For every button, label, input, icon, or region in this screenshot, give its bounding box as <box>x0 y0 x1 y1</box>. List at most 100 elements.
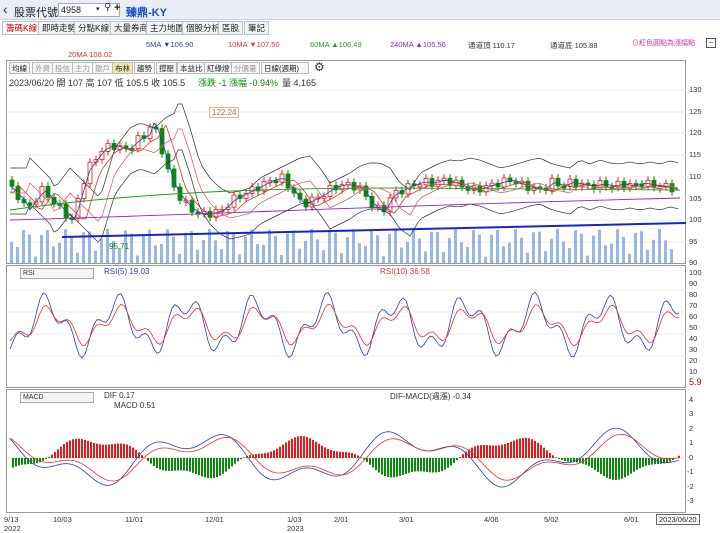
volume-bar <box>250 229 253 263</box>
macd-histogram-bar <box>51 454 53 458</box>
macd-histogram-bar <box>543 447 545 458</box>
macd-histogram-bar <box>234 458 236 464</box>
macd-histogram-bar <box>423 458 425 472</box>
macd-histogram-bar <box>432 458 434 473</box>
macd-histogram-bar <box>174 458 176 471</box>
volume-bar <box>610 243 613 263</box>
macd-histogram-bar <box>621 458 623 479</box>
volume-bar <box>652 239 655 263</box>
macd-histogram-bar <box>105 444 107 458</box>
volume-bar <box>670 249 673 263</box>
macd-histogram-bar <box>420 458 422 472</box>
macd-histogram-bar <box>225 458 227 472</box>
volume-bar <box>316 239 319 263</box>
volume-bar <box>598 229 601 263</box>
volume-bar <box>136 255 139 263</box>
volume-bar <box>226 230 229 263</box>
volume-bar <box>580 233 583 263</box>
macd-histogram-bar <box>198 458 200 476</box>
macd-histogram-bar <box>57 449 59 458</box>
volume-bar <box>94 250 97 263</box>
volume-bar <box>556 229 559 263</box>
macd-histogram-bar <box>504 444 506 458</box>
volume-bar <box>16 247 19 263</box>
macd-histogram-bar <box>336 451 338 458</box>
macd-histogram-bar <box>414 458 416 472</box>
macd-histogram-bar <box>642 458 644 467</box>
volume-bar <box>622 236 625 263</box>
volume-bar <box>52 246 55 263</box>
volume-bar <box>460 242 463 263</box>
volume-bar <box>34 256 37 263</box>
macd-histogram-bar <box>441 458 443 472</box>
macd-histogram-bar <box>351 453 353 458</box>
macd-histogram-bar <box>123 443 125 458</box>
macd-histogram-bar <box>195 458 197 474</box>
macd-histogram-bar <box>78 438 80 458</box>
macd-histogram-bar <box>270 451 272 458</box>
volume-bar <box>40 234 43 263</box>
macd-histogram-bar <box>552 455 554 458</box>
volume-bar <box>640 231 643 263</box>
macd-histogram-bar <box>318 443 320 458</box>
volume-bar <box>442 252 445 263</box>
candle-body <box>423 178 429 186</box>
candle-body <box>147 126 153 139</box>
macd-histogram-bar <box>165 458 167 471</box>
macd-histogram-bar <box>456 458 458 460</box>
volume-bar <box>532 232 535 263</box>
macd-histogram-bar <box>81 439 83 458</box>
macd-histogram-bar <box>66 442 68 458</box>
candle-body <box>273 180 279 184</box>
macd-histogram-bar <box>186 458 188 472</box>
macd-histogram-bar <box>177 458 179 471</box>
volume-bar <box>394 230 397 263</box>
volume-bar <box>304 240 307 263</box>
macd-histogram-bar <box>117 443 119 458</box>
macd-histogram-bar <box>477 445 479 458</box>
macd-histogram-bar <box>633 458 635 472</box>
macd-histogram-bar <box>237 458 239 462</box>
macd-histogram-bar <box>42 458 44 461</box>
macd-histogram-bar <box>54 452 56 458</box>
macd-histogram-bar <box>321 445 323 458</box>
macd-histogram-bar <box>489 445 491 458</box>
macd-histogram-bar <box>483 444 485 458</box>
volume-bar <box>202 239 205 263</box>
volume-bar <box>466 246 469 263</box>
macd-histogram-bar <box>498 445 500 458</box>
macd-histogram-bar <box>627 458 629 476</box>
volume-bar <box>130 233 133 263</box>
macd-histogram-bar <box>87 440 89 458</box>
volume-bar <box>196 249 199 263</box>
macd-histogram-bar <box>156 458 158 468</box>
macd-histogram-bar <box>285 442 287 458</box>
volume-bar <box>538 231 541 263</box>
macd-histogram-bar <box>345 452 347 458</box>
macd-histogram-bar <box>426 458 428 472</box>
macd-histogram-bar <box>348 452 350 458</box>
macd-histogram-bar <box>309 438 311 458</box>
macd-histogram-bar <box>645 458 647 466</box>
macd-histogram-bar <box>48 457 50 458</box>
macd-histogram-bar <box>72 439 74 458</box>
volume-bar <box>388 234 391 263</box>
macd-histogram-bar <box>93 442 95 458</box>
macd-histogram-bar <box>444 458 446 470</box>
volume-bar <box>472 230 475 263</box>
macd-histogram-bar <box>276 448 278 458</box>
macd-histogram-bar <box>606 458 608 478</box>
volume-bar <box>574 230 577 263</box>
macd-histogram-bar <box>153 458 155 467</box>
volume-bar <box>448 238 451 263</box>
candle-body <box>279 173 285 183</box>
macd-histogram-bar <box>555 457 557 458</box>
rsi5-line <box>9 291 680 359</box>
volume-bar <box>64 229 67 263</box>
macd-histogram-bar <box>312 439 314 458</box>
chart-canvas[interactable] <box>0 0 720 533</box>
macd-histogram-bar <box>354 454 356 458</box>
volume-bar <box>508 242 511 263</box>
macd-histogram-bar <box>126 444 128 458</box>
macd-histogram-bar <box>201 458 203 477</box>
